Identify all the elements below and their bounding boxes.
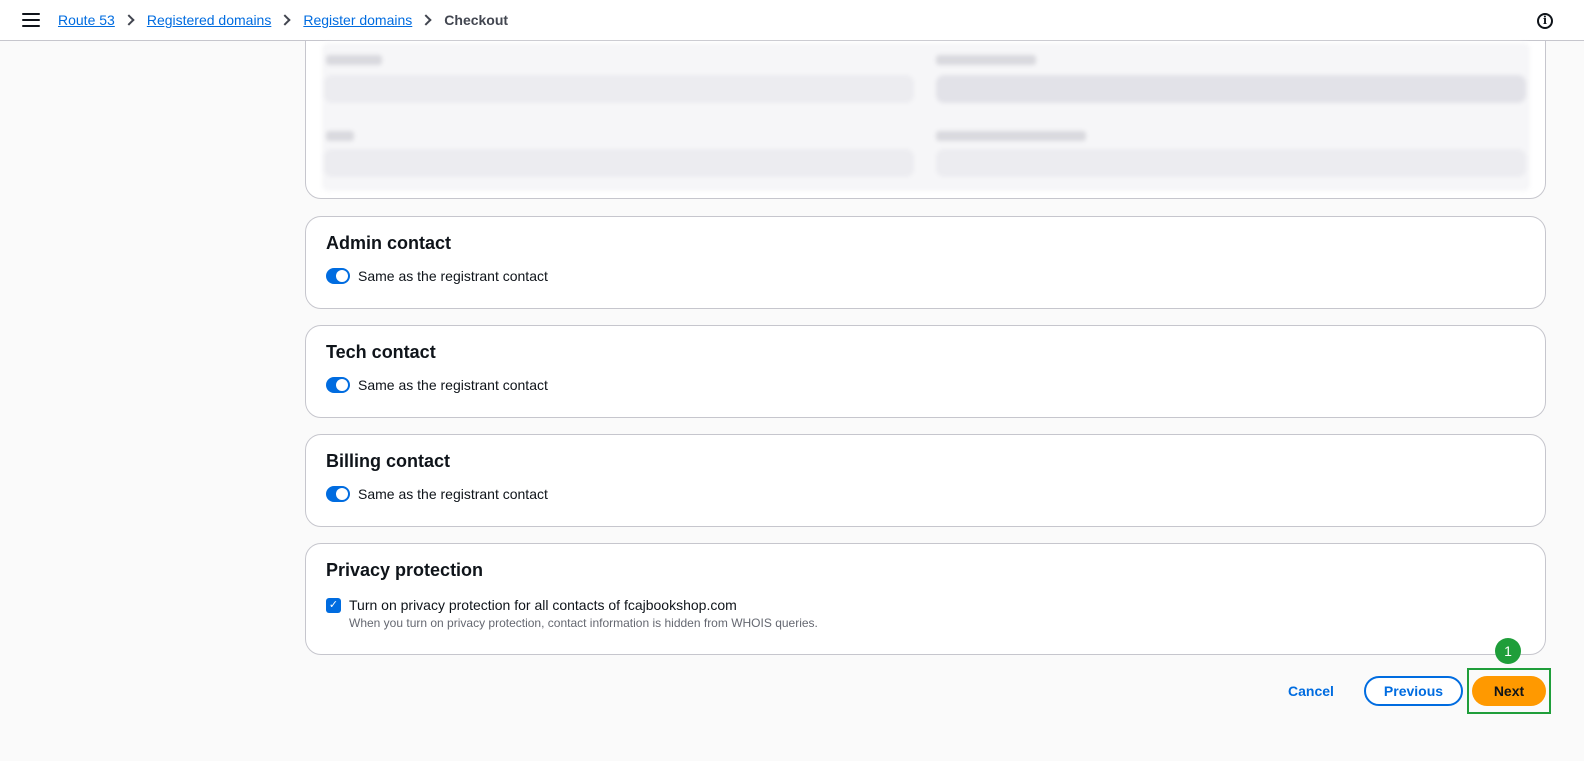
step-annotation-badge: 1 (1495, 638, 1521, 664)
privacy-protection-checkbox-row: ✓ Turn on privacy protection for all con… (326, 597, 818, 630)
previous-button[interactable]: Previous (1364, 676, 1463, 706)
admin-contact-title: Admin contact (326, 233, 452, 253)
privacy-protection-checkbox[interactable]: ✓ (326, 598, 341, 613)
registrant-contact-card (305, 40, 1546, 199)
admin-same-as-registrant-toggle[interactable] (326, 268, 350, 284)
breadcrumb-registered-domains[interactable]: Registered domains (147, 12, 272, 28)
billing-same-as-registrant-toggle[interactable] (326, 486, 350, 502)
billing-contact-title: Billing contact (326, 451, 451, 471)
privacy-checkbox-description: When you turn on privacy protection, con… (349, 616, 818, 630)
chevron-right-icon (123, 14, 135, 26)
tech-same-as-registrant-toggle[interactable] (326, 377, 350, 393)
admin-contact-toggle-row: Same as the registrant contact (326, 268, 548, 284)
admin-contact-card: Admin contact Same as the registrant con… (305, 216, 1546, 309)
admin-toggle-label: Same as the registrant contact (358, 268, 548, 284)
billing-toggle-label: Same as the registrant contact (358, 486, 548, 502)
next-button[interactable]: Next (1472, 676, 1546, 706)
tech-contact-card: Tech contact Same as the registrant cont… (305, 325, 1546, 418)
breadcrumb-register-domains[interactable]: Register domains (303, 12, 412, 28)
privacy-protection-title: Privacy protection (326, 560, 484, 580)
cancel-button[interactable]: Cancel (1280, 676, 1342, 706)
hamburger-menu-icon[interactable] (22, 13, 40, 27)
billing-contact-toggle-row: Same as the registrant contact (326, 486, 548, 502)
top-navigation-bar: Route 53 Registered domains Register dom… (0, 0, 1584, 41)
breadcrumb: Route 53 Registered domains Register dom… (58, 12, 508, 28)
breadcrumb-current-page: Checkout (444, 12, 509, 28)
privacy-protection-card: Privacy protection ✓ Turn on privacy pro… (305, 543, 1546, 655)
breadcrumb-route53[interactable]: Route 53 (58, 12, 115, 28)
tech-contact-title: Tech contact (326, 342, 436, 362)
billing-contact-card: Billing contact Same as the registrant c… (305, 434, 1546, 527)
chevron-right-icon (420, 14, 432, 26)
tech-toggle-label: Same as the registrant contact (358, 377, 548, 393)
chevron-right-icon (279, 14, 292, 26)
form-actions: Cancel Previous (0, 676, 1584, 706)
blurred-registrant-fields (322, 43, 1530, 191)
tech-contact-toggle-row: Same as the registrant contact (326, 377, 548, 393)
privacy-checkbox-label: Turn on privacy protection for all conta… (349, 597, 737, 613)
info-icon[interactable]: i (1537, 13, 1553, 29)
